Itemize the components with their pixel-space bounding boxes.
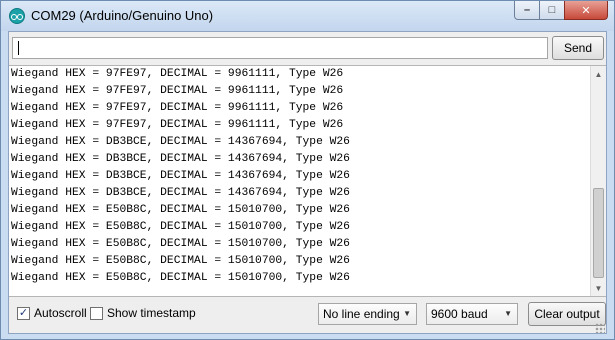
autoscroll-label: Autoscroll: [34, 306, 87, 320]
line-ending-value: No line ending: [323, 307, 400, 321]
chevron-down-icon: ▼: [403, 309, 411, 318]
output-line: Wiegand HEX = E50B8C, DECIMAL = 15010700…: [11, 221, 350, 233]
scroll-down-icon[interactable]: ▼: [591, 280, 606, 296]
text-caret: [18, 41, 19, 55]
chevron-down-icon: ▼: [504, 309, 512, 318]
baud-rate-select[interactable]: 9600 baud ▼: [426, 303, 518, 325]
arduino-icon: [9, 8, 25, 24]
output-line: Wiegand HEX = DB3BCE, DECIMAL = 14367694…: [11, 187, 350, 199]
title-bar[interactable]: COM29 (Arduino/Genuino Uno) – □ ✕: [1, 1, 614, 31]
output-line: Wiegand HEX = 97FE97, DECIMAL = 9961111,…: [11, 68, 344, 80]
output-line: Wiegand HEX = 97FE97, DECIMAL = 9961111,…: [11, 119, 344, 131]
output-line: Wiegand HEX = E50B8C, DECIMAL = 15010700…: [11, 238, 350, 250]
output-line: Wiegand HEX = DB3BCE, DECIMAL = 14367694…: [11, 170, 350, 182]
output-line: Wiegand HEX = E50B8C, DECIMAL = 15010700…: [11, 272, 350, 284]
window-title: COM29 (Arduino/Genuino Uno): [31, 8, 214, 23]
scrollbar-thumb[interactable]: [593, 188, 604, 278]
output-line: Wiegand HEX = E50B8C, DECIMAL = 15010700…: [11, 255, 350, 267]
autoscroll-checkbox[interactable]: ✓: [17, 307, 30, 320]
window-controls: – □ ✕: [514, 1, 608, 21]
output-lines: Wiegand HEX = 97FE97, DECIMAL = 9961111,…: [11, 67, 350, 288]
footer-bar: ✓ Autoscroll Show timestamp No line endi…: [9, 298, 606, 334]
send-button[interactable]: Send: [552, 36, 604, 60]
scroll-up-icon[interactable]: ▲: [591, 66, 606, 82]
client-area: Send Wiegand HEX = 97FE97, DECIMAL = 996…: [8, 31, 607, 334]
line-ending-select[interactable]: No line ending ▼: [318, 303, 417, 325]
minimize-button[interactable]: –: [514, 1, 540, 20]
vertical-scrollbar[interactable]: ▲ ▼: [590, 66, 606, 296]
resize-grip-icon[interactable]: [595, 323, 605, 333]
maximize-icon: □: [548, 4, 556, 16]
serial-output[interactable]: Wiegand HEX = 97FE97, DECIMAL = 9961111,…: [9, 65, 606, 297]
baud-rate-value: 9600 baud: [431, 307, 488, 321]
output-line: Wiegand HEX = 97FE97, DECIMAL = 9961111,…: [11, 85, 344, 97]
output-line: Wiegand HEX = DB3BCE, DECIMAL = 14367694…: [11, 153, 350, 165]
close-button[interactable]: ✕: [564, 1, 608, 20]
input-row: Send: [9, 32, 606, 66]
output-line: Wiegand HEX = E50B8C, DECIMAL = 15010700…: [11, 204, 350, 216]
show-timestamp-label: Show timestamp: [107, 306, 196, 320]
show-timestamp-checkbox[interactable]: [90, 307, 103, 320]
serial-monitor-window: COM29 (Arduino/Genuino Uno) – □ ✕ Send W…: [0, 0, 615, 340]
output-line: Wiegand HEX = DB3BCE, DECIMAL = 14367694…: [11, 136, 350, 148]
maximize-button[interactable]: □: [539, 1, 565, 20]
serial-input[interactable]: [12, 37, 548, 59]
close-icon: ✕: [581, 4, 591, 17]
output-line: Wiegand HEX = 97FE97, DECIMAL = 9961111,…: [11, 102, 344, 114]
minimize-icon: –: [523, 4, 531, 16]
